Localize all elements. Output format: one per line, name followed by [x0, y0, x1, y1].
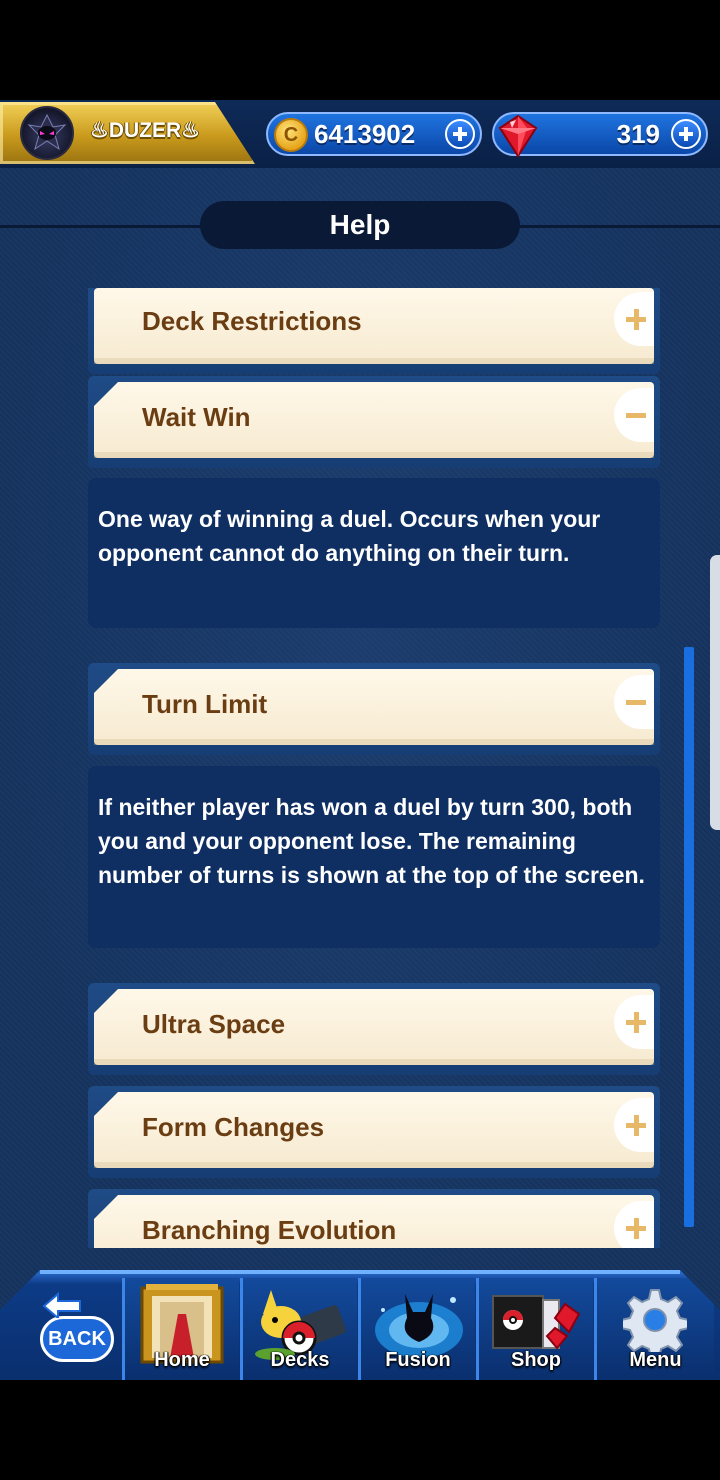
nav-decks[interactable]: Decks — [243, 1278, 357, 1380]
plus-icon[interactable] — [614, 292, 654, 346]
gem-counter: 319 — [492, 112, 708, 158]
help-item-label: Form Changes — [142, 1112, 325, 1142]
help-item-label: Deck Restrictions — [142, 306, 362, 336]
coin-icon: C — [274, 118, 308, 152]
system-status-area — [0, 0, 720, 100]
coin-counter: C 6413902 — [266, 112, 482, 156]
coin-value: 6413902 — [314, 119, 416, 149]
back-label: BACK — [48, 1328, 106, 1350]
help-item[interactable]: Branching Evolution — [88, 1189, 660, 1248]
nav-label: Fusion — [385, 1349, 451, 1371]
help-item[interactable]: Form Changes — [88, 1086, 660, 1178]
nav-menu[interactable]: Menu — [597, 1278, 714, 1380]
help-item[interactable]: Turn Limit — [88, 663, 660, 755]
player-status-bar: ♨DUZER♨ C 6413902 319 — [0, 100, 720, 168]
dark-pokemon-avatar-icon — [27, 113, 67, 151]
player-name: ♨DUZER♨ — [90, 119, 200, 142]
back-arrow-icon — [42, 1292, 81, 1318]
help-item-label: Branching Evolution — [142, 1215, 397, 1245]
help-screen: ♨DUZER♨ C 6413902 319 Help Deck Restrict… — [0, 100, 720, 1380]
nav-label: Home — [154, 1349, 210, 1371]
back-nav[interactable]: BACK — [6, 1278, 120, 1380]
help-item[interactable]: Deck Restrictions — [88, 288, 660, 374]
nav-highlight — [40, 1270, 680, 1274]
minus-icon[interactable] — [614, 388, 654, 442]
plus-icon[interactable] — [614, 1098, 654, 1152]
nav-label: Decks — [270, 1349, 330, 1371]
help-item-description: One way of winning a duel. Occurs when y… — [88, 478, 660, 628]
plus-icon[interactable] — [614, 995, 654, 1049]
nav-home[interactable]: Home — [125, 1278, 239, 1380]
scrollbar[interactable] — [684, 647, 694, 1227]
help-item-description: If neither player has won a duel by turn… — [88, 766, 660, 948]
add-gems-button[interactable] — [671, 119, 701, 149]
bottom-nav: BACK Home Decks Fusion Shop Menu — [0, 1270, 720, 1380]
minus-icon[interactable] — [614, 675, 654, 729]
plus-icon[interactable] — [614, 1201, 654, 1248]
nav-fusion[interactable]: Fusion — [361, 1278, 475, 1380]
gear-icon — [623, 1289, 687, 1352]
nav-label: Shop — [511, 1349, 561, 1371]
help-item-label: Turn Limit — [142, 689, 268, 719]
system-nav-area — [0, 1380, 720, 1480]
ruby-gem-icon — [498, 114, 538, 158]
edge-panel-handle[interactable] — [710, 555, 720, 830]
avatar[interactable] — [20, 106, 74, 160]
nav-shop[interactable]: Shop — [479, 1278, 593, 1380]
gem-value: 319 — [616, 119, 660, 149]
help-item[interactable]: Wait Win — [88, 376, 660, 468]
help-item[interactable]: Ultra Space — [88, 983, 660, 1075]
page-title: Help — [200, 201, 520, 249]
help-item-label: Wait Win — [142, 402, 251, 432]
back-button[interactable]: BACK — [40, 1316, 114, 1362]
nav-label: Menu — [629, 1349, 682, 1371]
add-coins-button[interactable] — [445, 119, 475, 149]
help-list[interactable]: Deck Restrictions Wait Win One way of wi… — [0, 288, 720, 1248]
help-item-label: Ultra Space — [142, 1009, 286, 1039]
